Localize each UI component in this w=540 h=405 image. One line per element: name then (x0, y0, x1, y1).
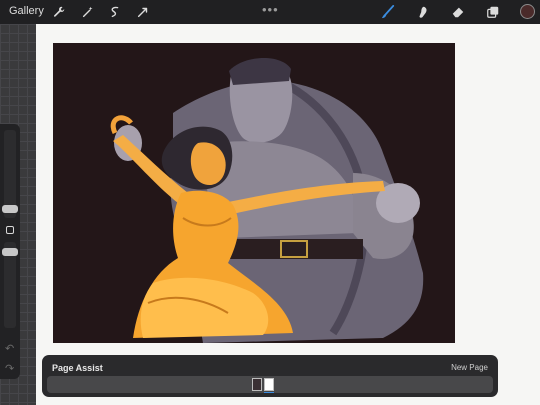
undo-icon[interactable]: ↶ (5, 342, 14, 355)
layers-icon[interactable] (484, 3, 502, 21)
brush-icon[interactable] (379, 3, 397, 21)
magic-wand-icon[interactable] (79, 3, 97, 21)
opacity-thumb[interactable] (2, 248, 18, 256)
page-strip (47, 376, 493, 393)
sidebar: ↶ ↷ (0, 124, 20, 379)
transform-icon[interactable] (134, 3, 152, 21)
artwork-image[interactable] (53, 43, 455, 343)
wrench-icon[interactable] (50, 3, 68, 21)
left-rail: ↶ ↷ (0, 24, 36, 405)
brush-size-slider[interactable] (2, 130, 18, 218)
selected-page-indicator (264, 392, 274, 393)
gallery-button[interactable]: Gallery (9, 5, 44, 17)
top-toolbar: Gallery ••• (0, 0, 540, 24)
page-assist-title: Page Assist (52, 363, 103, 373)
redo-icon[interactable]: ↷ (5, 362, 14, 375)
selection-icon[interactable] (106, 3, 124, 21)
smudge-icon[interactable] (414, 3, 432, 21)
eraser-icon[interactable] (449, 3, 467, 21)
page-thumbnail[interactable] (264, 378, 274, 391)
more-options-icon[interactable]: ••• (262, 2, 279, 17)
brush-size-thumb[interactable] (2, 205, 18, 213)
modify-button[interactable] (6, 226, 14, 234)
color-picker-button[interactable] (520, 4, 535, 19)
page-thumbnail[interactable] (252, 378, 262, 391)
page-assist-panel: Page Assist New Page (42, 355, 498, 397)
new-page-button[interactable]: New Page (451, 363, 488, 372)
opacity-slider[interactable] (2, 242, 18, 328)
